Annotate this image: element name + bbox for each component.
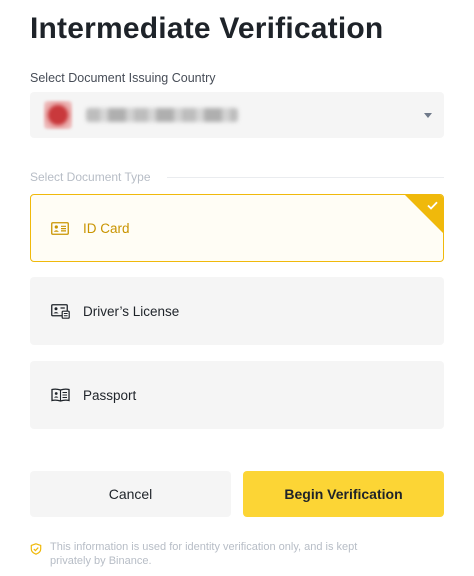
document-type-header: Select Document Type bbox=[30, 169, 444, 185]
document-option-label: ID Card bbox=[83, 220, 130, 236]
document-option-drivers-license[interactable]: Driver’s License bbox=[30, 277, 444, 345]
shield-check-icon bbox=[30, 542, 42, 555]
page-title: Intermediate Verification bbox=[30, 12, 384, 45]
begin-verification-button[interactable]: Begin Verification bbox=[243, 471, 444, 517]
selected-country-name bbox=[86, 108, 238, 122]
drivers-license-icon bbox=[50, 303, 70, 319]
passport-icon bbox=[50, 387, 70, 403]
privacy-notice-text: This information is used for identity ve… bbox=[50, 541, 358, 567]
country-flag-icon bbox=[44, 101, 72, 129]
selected-corner-badge bbox=[404, 195, 443, 234]
document-option-id-card[interactable]: ID Card bbox=[30, 194, 444, 262]
document-option-label: Passport bbox=[83, 387, 137, 403]
document-type-label: Select Document Type bbox=[30, 170, 151, 184]
country-select[interactable] bbox=[30, 92, 444, 138]
id-card-icon bbox=[50, 220, 70, 236]
privacy-notice: This information is used for identity ve… bbox=[30, 540, 444, 568]
caret-down-icon bbox=[424, 112, 432, 118]
country-select-label: Select Document Issuing Country bbox=[30, 71, 216, 85]
document-option-label: Driver’s License bbox=[83, 303, 180, 319]
cancel-button[interactable]: Cancel bbox=[30, 471, 231, 517]
document-option-passport[interactable]: Passport bbox=[30, 361, 444, 429]
divider bbox=[166, 176, 444, 178]
checkmark-icon bbox=[427, 199, 438, 213]
